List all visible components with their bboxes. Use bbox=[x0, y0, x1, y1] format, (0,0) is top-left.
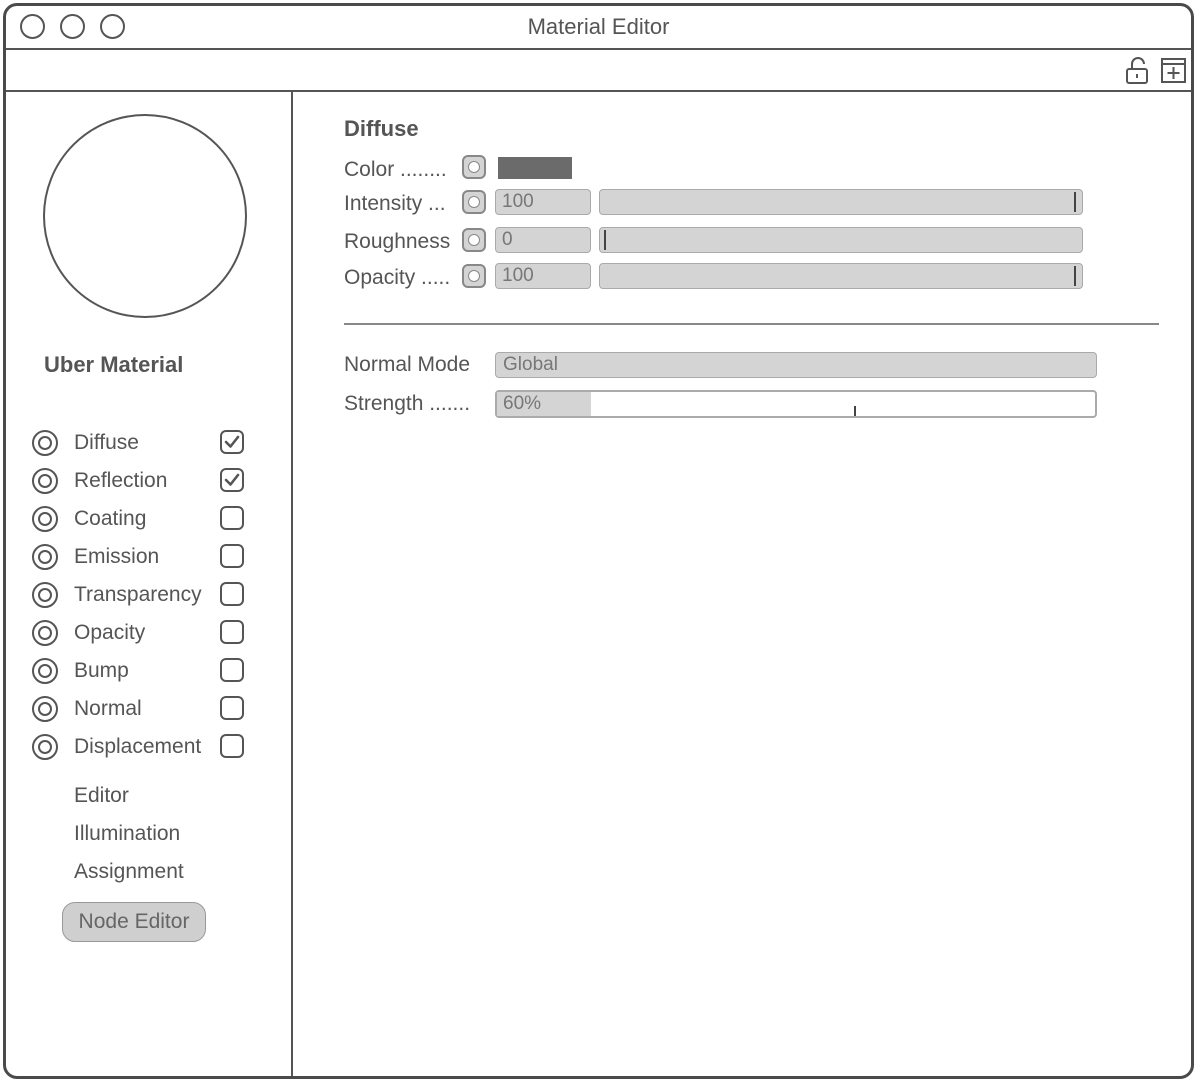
channel-checkbox[interactable] bbox=[220, 582, 244, 606]
normal-mode-label: Normal Mode bbox=[344, 353, 471, 376]
channel-reflection[interactable]: Reflection bbox=[32, 468, 262, 500]
sidebar-item-editor[interactable]: Editor bbox=[74, 784, 129, 808]
channel-radio-icon[interactable] bbox=[32, 468, 58, 494]
material-name: Uber Material bbox=[44, 352, 184, 377]
unlock-icon[interactable] bbox=[1124, 56, 1152, 84]
channel-label: Bump bbox=[74, 659, 129, 682]
channel-checkbox[interactable] bbox=[220, 544, 244, 568]
checkmark-icon bbox=[224, 435, 240, 448]
new-window-icon[interactable] bbox=[1160, 56, 1188, 84]
channel-radio-icon[interactable] bbox=[32, 734, 58, 760]
channel-bump[interactable]: Bump bbox=[32, 658, 262, 690]
channel-label: Coating bbox=[74, 507, 147, 530]
channel-emission[interactable]: Emission bbox=[32, 544, 262, 576]
window-title: Material Editor bbox=[527, 14, 670, 39]
opacity-label: Opacity ..... bbox=[344, 266, 451, 289]
channel-normal[interactable]: Normal bbox=[32, 696, 262, 728]
section-title: Diffuse bbox=[344, 116, 419, 141]
color-label: Color ........ bbox=[344, 158, 447, 181]
channel-radio-icon[interactable] bbox=[32, 696, 58, 722]
opacity-field[interactable]: 100 bbox=[495, 263, 591, 289]
channel-radio-icon[interactable] bbox=[32, 430, 58, 456]
slider-knob[interactable] bbox=[1074, 192, 1076, 212]
channel-radio-icon[interactable] bbox=[32, 620, 58, 646]
material-editor-window: Material Editor Uber Material Diffuse Re… bbox=[3, 3, 1194, 1079]
checkmark-icon bbox=[224, 473, 240, 486]
toolbar bbox=[6, 50, 1191, 92]
strength-slider[interactable]: 60% bbox=[495, 390, 1097, 418]
normal-mode-select[interactable]: Global bbox=[495, 352, 1097, 378]
title-bar: Material Editor bbox=[6, 6, 1191, 50]
material-preview-sphere bbox=[43, 114, 247, 318]
channel-label: Emission bbox=[74, 545, 160, 568]
roughness-field[interactable]: 0 bbox=[495, 227, 591, 253]
opacity-slider[interactable] bbox=[599, 263, 1083, 289]
sidebar-item-illumination[interactable]: Illumination bbox=[74, 822, 180, 846]
channel-radio-icon[interactable] bbox=[32, 582, 58, 608]
section-divider bbox=[344, 323, 1159, 325]
channel-radio-icon[interactable] bbox=[32, 544, 58, 570]
opacity-texture-toggle[interactable] bbox=[462, 264, 486, 288]
channel-checkbox[interactable] bbox=[220, 734, 244, 758]
slider-knob[interactable] bbox=[604, 230, 606, 250]
channel-checkbox[interactable] bbox=[220, 658, 244, 682]
intensity-label: Intensity ... bbox=[344, 192, 446, 215]
channel-coating[interactable]: Coating bbox=[32, 506, 262, 538]
channel-checkbox[interactable] bbox=[220, 430, 244, 454]
channel-displacement[interactable]: Displacement bbox=[32, 734, 262, 766]
channel-opacity[interactable]: Opacity bbox=[32, 620, 262, 652]
channel-label: Opacity bbox=[74, 621, 146, 644]
sidebar-item-assignment[interactable]: Assignment bbox=[74, 860, 184, 884]
channel-label: Displacement bbox=[74, 735, 202, 758]
strength-label: Strength ....... bbox=[344, 392, 471, 415]
color-swatch[interactable] bbox=[498, 157, 572, 179]
channel-checkbox[interactable] bbox=[220, 696, 244, 720]
intensity-texture-toggle[interactable] bbox=[462, 190, 486, 214]
channel-checkbox[interactable] bbox=[220, 468, 244, 492]
properties-panel: Diffuse Color ........ Intensity ... 100… bbox=[293, 92, 1191, 1076]
strength-value: 60% bbox=[503, 393, 542, 414]
channel-label: Normal bbox=[74, 697, 142, 720]
channel-transparency[interactable]: Transparency bbox=[32, 582, 262, 614]
intensity-field[interactable]: 100 bbox=[495, 189, 591, 215]
channel-radio-icon[interactable] bbox=[32, 658, 58, 684]
channel-diffuse[interactable]: Diffuse bbox=[32, 430, 262, 462]
sidebar: Uber Material Diffuse Reflection Coating… bbox=[6, 92, 293, 1076]
channel-label: Reflection bbox=[74, 469, 168, 492]
intensity-slider[interactable] bbox=[599, 189, 1083, 215]
strength-knob[interactable] bbox=[853, 406, 856, 416]
roughness-label: Roughness bbox=[344, 230, 451, 253]
node-editor-button[interactable]: Node Editor bbox=[62, 902, 206, 942]
channel-radio-icon[interactable] bbox=[32, 506, 58, 532]
roughness-slider[interactable] bbox=[599, 227, 1083, 253]
slider-knob[interactable] bbox=[1074, 266, 1076, 286]
channel-checkbox[interactable] bbox=[220, 506, 244, 530]
channel-label: Diffuse bbox=[74, 431, 139, 454]
color-texture-toggle[interactable] bbox=[462, 155, 486, 179]
roughness-texture-toggle[interactable] bbox=[462, 228, 486, 252]
channel-checkbox[interactable] bbox=[220, 620, 244, 644]
channel-label: Transparency bbox=[74, 583, 202, 606]
